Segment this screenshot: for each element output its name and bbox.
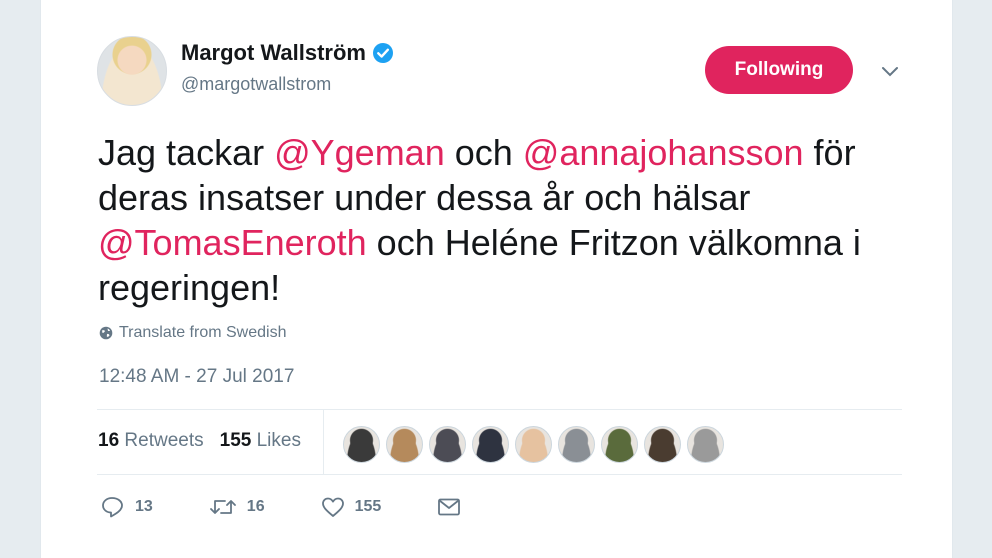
liker-avatar-5[interactable] <box>515 426 552 463</box>
reply-button[interactable]: 13 <box>101 496 153 518</box>
verified-badge-icon <box>372 42 394 64</box>
liker-avatar-1[interactable] <box>343 426 380 463</box>
author-avatar[interactable] <box>97 36 167 106</box>
mention-tomaseneroth[interactable]: @TomasEneroth <box>98 222 367 263</box>
liker-avatar-8[interactable] <box>644 426 681 463</box>
tweet-timestamp[interactable]: 12:48 AM - 27 Jul 2017 <box>99 366 294 388</box>
likes-count: 155 <box>219 430 252 451</box>
retweet-count: 16 <box>246 498 265 515</box>
retweets-stat[interactable]: 16 Retweets <box>98 430 204 452</box>
author-handle[interactable]: @margotwallstrom <box>181 74 331 95</box>
liker-avatar-9[interactable] <box>687 426 724 463</box>
tweet-text-segment: Jag tackar <box>98 132 275 173</box>
reply-count: 13 <box>135 498 153 515</box>
liker-avatar-7[interactable] <box>601 426 638 463</box>
mention-ygeman[interactable]: @Ygeman <box>274 132 445 173</box>
tweet-actions: 13 16 155 <box>101 496 527 518</box>
reply-icon <box>102 497 123 518</box>
divider <box>97 409 902 410</box>
liker-avatars <box>343 426 724 463</box>
divider <box>323 410 324 474</box>
tweet-text-segment: och <box>444 132 523 173</box>
retweets-label: Retweets <box>124 430 204 451</box>
retweet-icon <box>209 500 236 514</box>
author-name[interactable]: Margot Wallström <box>181 40 366 66</box>
direct-message-button[interactable] <box>437 497 471 517</box>
tweet-text: Jag tackar @Ygeman och @annajohansson fö… <box>98 130 938 310</box>
liker-avatar-6[interactable] <box>558 426 595 463</box>
mention-annajohansson[interactable]: @annajohansson <box>523 132 804 173</box>
liker-avatar-2[interactable] <box>386 426 423 463</box>
author-name-row: Margot Wallström <box>181 40 394 66</box>
like-button[interactable]: 155 <box>321 496 382 518</box>
following-button[interactable]: Following <box>705 46 853 94</box>
liker-avatar-3[interactable] <box>429 426 466 463</box>
likes-stat[interactable]: 155 Likes <box>220 430 301 452</box>
divider <box>97 474 902 475</box>
like-count: 155 <box>354 498 382 515</box>
likes-label: Likes <box>256 430 301 451</box>
translate-label[interactable]: Translate from Swedish <box>119 324 286 342</box>
translate-link[interactable]: Translate from Swedish <box>99 324 286 342</box>
retweets-count: 16 <box>98 430 120 451</box>
engagement-stats: 16 Retweets 155 Likes <box>98 430 301 452</box>
liker-avatar-4[interactable] <box>472 426 509 463</box>
envelope-icon <box>438 498 461 516</box>
globe-icon <box>99 326 113 340</box>
chevron-down-icon[interactable] <box>879 63 901 81</box>
retweet-button[interactable]: 16 <box>209 496 265 518</box>
tweet-card: Margot Wallström @margotwallstrom Follow… <box>40 0 953 558</box>
heart-icon <box>321 497 344 517</box>
